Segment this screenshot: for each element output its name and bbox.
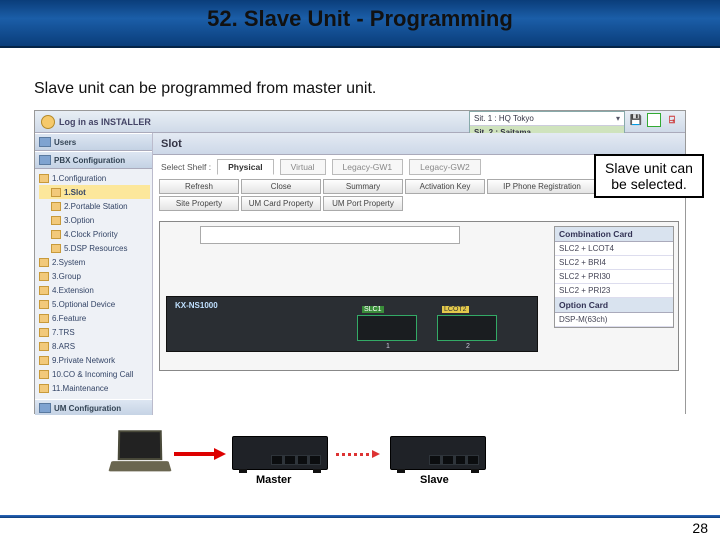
tree-item[interactable]: 2.Portable Station [39,199,150,213]
slave-label: Slave [420,474,449,486]
footer-divider [0,515,720,518]
tree-item[interactable]: 5.DSP Resources [39,241,150,255]
tree-item[interactable]: 2.System [39,255,150,269]
summary-button[interactable]: Summary [323,179,403,194]
tab-physical[interactable]: Physical [217,159,274,175]
card-row[interactable]: DSP-M(63ch) [555,313,673,327]
tree-item[interactable]: 3.Option [39,213,150,227]
sidebar: Users PBX Configuration 1.Configuration … [35,133,153,415]
logout-icon[interactable]: ⍈ [665,113,679,127]
um-card-property-button[interactable]: UM Card Property [241,196,321,211]
shelf-label: Select Shelf : [161,162,211,172]
chassis: KX-NS1000 SLC1 1 LCOT2 2 [166,296,538,352]
close-button[interactable]: Close [241,179,321,194]
tree-item[interactable]: 4.Extension [39,283,150,297]
chevron-down-icon: ▾ [616,114,620,123]
tree-item[interactable]: 8.ARS [39,339,150,353]
card-row[interactable]: SLC2 + BRI4 [555,256,673,270]
nav-tree: 1.Configuration 1.Slot 2.Portable Statio… [35,169,152,399]
ok-icon[interactable] [647,113,661,127]
tree-item-slot[interactable]: 1.Slot [39,185,150,199]
page-title: Slot [153,133,685,155]
connection-diagram: Master Slave [100,430,660,490]
slot-2[interactable]: LCOT2 2 [437,315,497,341]
tree-item[interactable]: 6.Feature [39,311,150,325]
tree-item[interactable]: 10.CO & Incoming Call [39,367,150,381]
card-panel: Combination Card SLC2 + LCOT4 SLC2 + BRI… [554,226,674,328]
sidebar-section-um[interactable]: UM Configuration [35,399,152,415]
slide-title: 52. Slave Unit - Programming [0,6,720,32]
tree-item[interactable]: 11.Maintenance [39,381,150,395]
slot-1[interactable]: SLC1 1 [357,315,417,341]
login-text: Log in as INSTALLER [59,117,151,127]
tab-legacy-gw2[interactable]: Legacy-GW2 [409,159,481,175]
tree-item[interactable]: 5.Optional Device [39,297,150,311]
info-box [200,226,460,244]
card-row[interactable]: SLC2 + LCOT4 [555,242,673,256]
callout-box: Slave unit can be selected. [594,154,704,198]
card-row[interactable]: SLC2 + PRI30 [555,270,673,284]
page-number: 28 [692,520,708,536]
activation-key-button[interactable]: Activation Key [405,179,485,194]
arrow-icon [174,448,226,460]
master-label: Master [256,474,291,486]
user-icon [41,115,55,129]
tree-item[interactable]: 3.Group [39,269,150,283]
um-port-property-button[interactable]: UM Port Property [323,196,403,211]
site-option[interactable]: Sit. 1 : HQ Tokyo▾ [470,112,624,126]
slave-device-icon [390,436,486,470]
app-screenshot: Log in as INSTALLER Sit. 1 : HQ Tokyo▾ S… [34,110,686,414]
combo-header: Combination Card [555,227,673,242]
tree-item[interactable]: 9.Private Network [39,353,150,367]
sidebar-section-users[interactable]: Users [35,133,152,151]
app-header: Log in as INSTALLER Sit. 1 : HQ Tokyo▾ S… [35,111,685,133]
save-icon[interactable]: 💾 [629,113,643,127]
sidebar-section-pbx[interactable]: PBX Configuration [35,151,152,169]
refresh-button[interactable]: Refresh [159,179,239,194]
chassis-model: KX-NS1000 [175,301,218,310]
slide-subtitle: Slave unit can be programmed from master… [34,80,376,98]
option-header: Option Card [555,298,673,313]
dotted-arrow-icon [336,450,380,458]
laptop-icon [110,430,170,476]
ip-phone-reg-button[interactable]: IP Phone Registration [487,179,597,194]
site-property-button[interactable]: Site Property [159,196,239,211]
tab-legacy-gw1[interactable]: Legacy-GW1 [332,159,404,175]
tree-item[interactable]: 4.Clock Priority [39,227,150,241]
tree-item[interactable]: 7.TRS [39,325,150,339]
chassis-area: KX-NS1000 SLC1 1 LCOT2 2 Combination Car… [159,221,679,371]
tree-item[interactable]: 1.Configuration [39,171,150,185]
card-row[interactable]: SLC2 + PRI23 [555,284,673,298]
tab-virtual[interactable]: Virtual [280,159,326,175]
master-device-icon [232,436,328,470]
